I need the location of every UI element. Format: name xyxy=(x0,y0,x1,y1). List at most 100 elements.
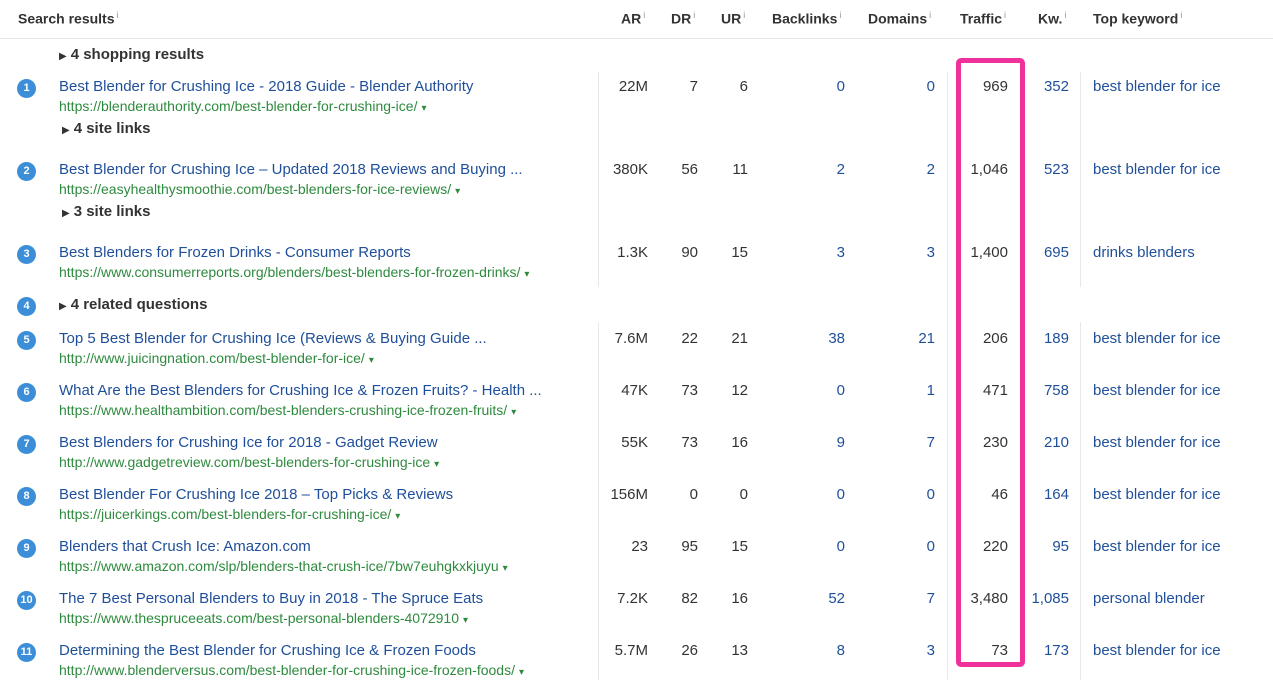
result-title-link[interactable]: Best Blender For Crushing Ice 2018 – Top… xyxy=(59,486,453,503)
keywords-link[interactable]: 173 xyxy=(1044,642,1069,659)
result-url[interactable]: https://www.thespruceeats.com/best-perso… xyxy=(59,610,468,626)
caret-down-icon[interactable]: ▾ xyxy=(524,269,529,280)
info-icon[interactable]: i xyxy=(693,10,695,20)
domains-link[interactable]: 0 xyxy=(927,538,935,555)
top-keyword-link[interactable]: drinks blenders xyxy=(1093,244,1195,261)
top-keyword-link[interactable]: best blender for ice xyxy=(1093,330,1221,347)
result-url[interactable]: https://blenderauthority.com/best-blende… xyxy=(59,98,427,114)
keywords-link[interactable]: 695 xyxy=(1044,244,1069,261)
info-icon[interactable]: i xyxy=(1004,10,1006,20)
result-url[interactable]: http://www.gadgetreview.com/best-blender… xyxy=(59,454,439,470)
related-questions-toggle[interactable]: ▶ 4 related questions xyxy=(59,296,207,313)
column-divider xyxy=(1080,322,1081,680)
top-keyword-link[interactable]: best blender for ice xyxy=(1093,486,1221,503)
result-title-link[interactable]: What Are the Best Blenders for Crushing … xyxy=(59,382,542,399)
keywords-link[interactable]: 210 xyxy=(1044,434,1069,451)
keywords-link[interactable]: 758 xyxy=(1044,382,1069,399)
backlinks-link[interactable]: 0 xyxy=(837,486,845,503)
col-dr[interactable]: DR i xyxy=(671,10,695,27)
result-title-link[interactable]: Best Blender for Crushing Ice - 2018 Gui… xyxy=(59,78,473,95)
domains-link[interactable]: 7 xyxy=(927,434,935,451)
info-icon[interactable]: i xyxy=(1180,10,1182,20)
domains-link[interactable]: 3 xyxy=(927,244,935,261)
domains-link[interactable]: 3 xyxy=(927,642,935,659)
result-url[interactable]: http://www.blenderversus.com/best-blende… xyxy=(59,662,524,678)
info-icon[interactable]: i xyxy=(117,10,119,20)
top-keyword-link[interactable]: best blender for ice xyxy=(1093,78,1221,95)
result-url[interactable]: https://www.healthambition.com/best-blen… xyxy=(59,402,516,418)
top-keyword-link[interactable]: best blender for ice xyxy=(1093,538,1221,555)
domains-link[interactable]: 7 xyxy=(927,590,935,607)
result-title-link[interactable]: Best Blender for Crushing Ice – Updated … xyxy=(59,161,523,178)
col-kw[interactable]: Kw. i xyxy=(1038,10,1066,27)
result-title-link[interactable]: Best Blenders for Frozen Drinks - Consum… xyxy=(59,244,411,261)
rank-badge: 7 xyxy=(17,435,36,454)
rank-badge: 1 xyxy=(17,79,36,98)
caret-down-icon[interactable]: ▾ xyxy=(421,103,426,114)
backlinks-link[interactable]: 8 xyxy=(837,642,845,659)
keywords-link[interactable]: 523 xyxy=(1044,161,1069,178)
keywords-link[interactable]: 352 xyxy=(1044,78,1069,95)
result-title-link[interactable]: The 7 Best Personal Blenders to Buy in 2… xyxy=(59,590,483,607)
col-ar[interactable]: AR i xyxy=(621,10,645,27)
rank-badge: 9 xyxy=(17,539,36,558)
keywords-link[interactable]: 164 xyxy=(1044,486,1069,503)
shopping-results-toggle[interactable]: ▶ 4 shopping results xyxy=(59,46,204,63)
info-icon[interactable]: i xyxy=(1064,10,1066,20)
info-icon[interactable]: i xyxy=(839,10,841,20)
top-keyword-link[interactable]: best blender for ice xyxy=(1093,382,1221,399)
caret-down-icon[interactable]: ▾ xyxy=(511,407,516,418)
backlinks-link[interactable]: 0 xyxy=(837,78,845,95)
col-ur[interactable]: UR i xyxy=(721,10,745,27)
col-domains[interactable]: Domains i xyxy=(868,10,931,27)
domains-link[interactable]: 2 xyxy=(927,161,935,178)
result-title-link[interactable]: Blenders that Crush Ice: Amazon.com xyxy=(59,538,311,555)
backlinks-link[interactable]: 2 xyxy=(837,161,845,178)
top-keyword-link[interactable]: personal blender xyxy=(1093,590,1205,607)
site-links-toggle[interactable]: ▶ 4 site links xyxy=(62,120,150,137)
col-search-results[interactable]: Search results i xyxy=(18,10,119,27)
backlinks-link[interactable]: 38 xyxy=(828,330,845,347)
dr-value: 26 xyxy=(681,642,698,659)
top-keyword-link[interactable]: best blender for ice xyxy=(1093,642,1221,659)
top-keyword-link[interactable]: best blender for ice xyxy=(1093,434,1221,451)
result-title-link[interactable]: Determining the Best Blender for Crushin… xyxy=(59,642,476,659)
keywords-link[interactable]: 189 xyxy=(1044,330,1069,347)
backlinks-link[interactable]: 0 xyxy=(837,382,845,399)
result-url[interactable]: https://easyhealthysmoothie.com/best-ble… xyxy=(59,181,460,197)
col-traffic[interactable]: Traffic i xyxy=(960,10,1006,27)
backlinks-link[interactable]: 0 xyxy=(837,538,845,555)
keywords-link[interactable]: 1,085 xyxy=(1031,590,1069,607)
domains-link[interactable]: 0 xyxy=(927,78,935,95)
backlinks-link[interactable]: 3 xyxy=(837,244,845,261)
result-url[interactable]: https://www.consumerreports.org/blenders… xyxy=(59,264,529,280)
backlinks-link[interactable]: 9 xyxy=(837,434,845,451)
caret-down-icon[interactable]: ▾ xyxy=(503,563,508,574)
top-keyword-link[interactable]: best blender for ice xyxy=(1093,161,1221,178)
rank-badge: 4 xyxy=(17,297,36,316)
caret-down-icon[interactable]: ▾ xyxy=(455,186,460,197)
result-url[interactable]: http://www.juicingnation.com/best-blende… xyxy=(59,350,374,366)
dr-value: 90 xyxy=(681,244,698,261)
backlinks-link[interactable]: 52 xyxy=(828,590,845,607)
rank-badge: 3 xyxy=(17,245,36,264)
col-backlinks[interactable]: Backlinks i xyxy=(772,10,841,27)
caret-down-icon[interactable]: ▾ xyxy=(519,667,524,678)
result-url[interactable]: https://juicerkings.com/best-blenders-fo… xyxy=(59,506,400,522)
info-icon[interactable]: i xyxy=(643,10,645,20)
caret-down-icon[interactable]: ▾ xyxy=(395,511,400,522)
domains-link[interactable]: 0 xyxy=(927,486,935,503)
info-icon[interactable]: i xyxy=(743,10,745,20)
site-links-toggle[interactable]: ▶ 3 site links xyxy=(62,203,150,220)
result-title-link[interactable]: Top 5 Best Blender for Crushing Ice (Rev… xyxy=(59,330,487,347)
info-icon[interactable]: i xyxy=(929,10,931,20)
result-title-link[interactable]: Best Blenders for Crushing Ice for 2018 … xyxy=(59,434,438,451)
domains-link[interactable]: 1 xyxy=(927,382,935,399)
result-url[interactable]: https://www.amazon.com/slp/blenders-that… xyxy=(59,558,508,574)
caret-down-icon[interactable]: ▾ xyxy=(434,459,439,470)
caret-down-icon[interactable]: ▾ xyxy=(463,615,468,626)
domains-link[interactable]: 21 xyxy=(918,330,935,347)
caret-down-icon[interactable]: ▾ xyxy=(369,355,374,366)
col-top-keyword[interactable]: Top keyword i xyxy=(1093,10,1182,27)
keywords-link[interactable]: 95 xyxy=(1052,538,1069,555)
